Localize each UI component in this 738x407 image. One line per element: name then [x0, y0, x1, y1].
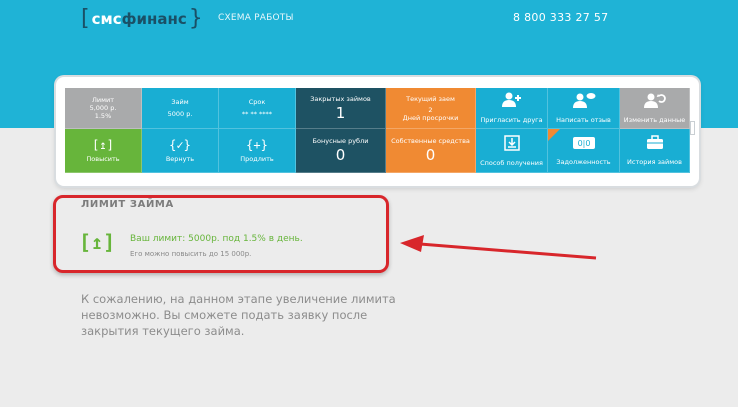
annotation-arrow [400, 235, 597, 260]
